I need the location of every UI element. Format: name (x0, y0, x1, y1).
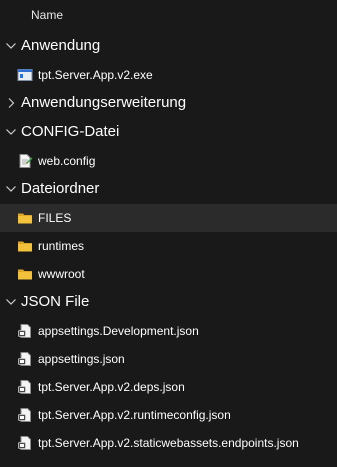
json-file-icon (18, 436, 31, 450)
file-name: wwwroot (38, 267, 85, 281)
file-name: FILES (38, 211, 72, 225)
json-file-icon (18, 408, 31, 422)
group-anwendung[interactable]: Anwendung (0, 32, 337, 61)
config-file-icon (19, 154, 33, 168)
json-file-icon (18, 380, 31, 394)
file-name: runtimes (38, 239, 85, 253)
file-name: appsettings.json (38, 352, 125, 366)
list-item[interactable]: appsettings.json (0, 345, 337, 373)
file-list: Anwendung tpt.Server.App.v2.exe Anwendun… (0, 32, 337, 457)
file-name: tpt.Server.App.v2.staticwebassets.endpoi… (38, 436, 299, 450)
group-label: Dateiordner (21, 180, 100, 197)
group-label: Anwendungserweiterung (21, 94, 187, 111)
name-column-header[interactable]: Name (31, 8, 63, 22)
chevron-right-icon[interactable] (5, 97, 17, 109)
file-name: tpt.Server.App.v2.exe (38, 68, 153, 82)
folder-icon (18, 213, 32, 224)
group-label: JSON File (21, 293, 90, 310)
list-item[interactable]: wwwroot (0, 260, 337, 288)
list-item[interactable]: tpt.Server.App.v2.exe (0, 61, 337, 89)
chevron-down-icon[interactable] (5, 40, 17, 52)
json-file-icon (18, 352, 31, 366)
group-json-file[interactable]: JSON File (0, 288, 337, 317)
group-label: Anwendung (21, 37, 101, 54)
chevron-down-icon[interactable] (5, 126, 17, 138)
file-name: web.config (38, 154, 96, 168)
list-item[interactable]: appsettings.Development.json (0, 317, 337, 345)
list-item[interactable]: web.config (0, 147, 337, 175)
folder-icon (18, 241, 32, 252)
file-name: tpt.Server.App.v2.runtimeconfig.json (38, 408, 231, 422)
list-item[interactable]: tpt.Server.App.v2.deps.json (0, 373, 337, 401)
folder-icon (18, 269, 32, 280)
file-name: appsettings.Development.json (38, 324, 199, 338)
json-file-icon (18, 324, 31, 338)
list-item[interactable]: tpt.Server.App.v2.staticwebassets.endpoi… (0, 429, 337, 457)
group-dateiordner[interactable]: Dateiordner (0, 175, 337, 204)
list-item[interactable]: FILES (0, 204, 337, 232)
group-anwendungserweiterung[interactable]: Anwendungserweiterung (0, 89, 337, 118)
group-label: CONFIG-Datei (21, 123, 120, 140)
chevron-down-icon[interactable] (5, 296, 17, 308)
list-item[interactable]: tpt.Server.App.v2.runtimeconfig.json (0, 401, 337, 429)
column-header: Name (0, 0, 337, 31)
group-config-datei[interactable]: CONFIG-Datei (0, 118, 337, 147)
list-item[interactable]: runtimes (0, 232, 337, 260)
file-name: tpt.Server.App.v2.deps.json (38, 380, 185, 394)
application-exe-icon (17, 69, 33, 81)
chevron-down-icon[interactable] (5, 183, 17, 195)
